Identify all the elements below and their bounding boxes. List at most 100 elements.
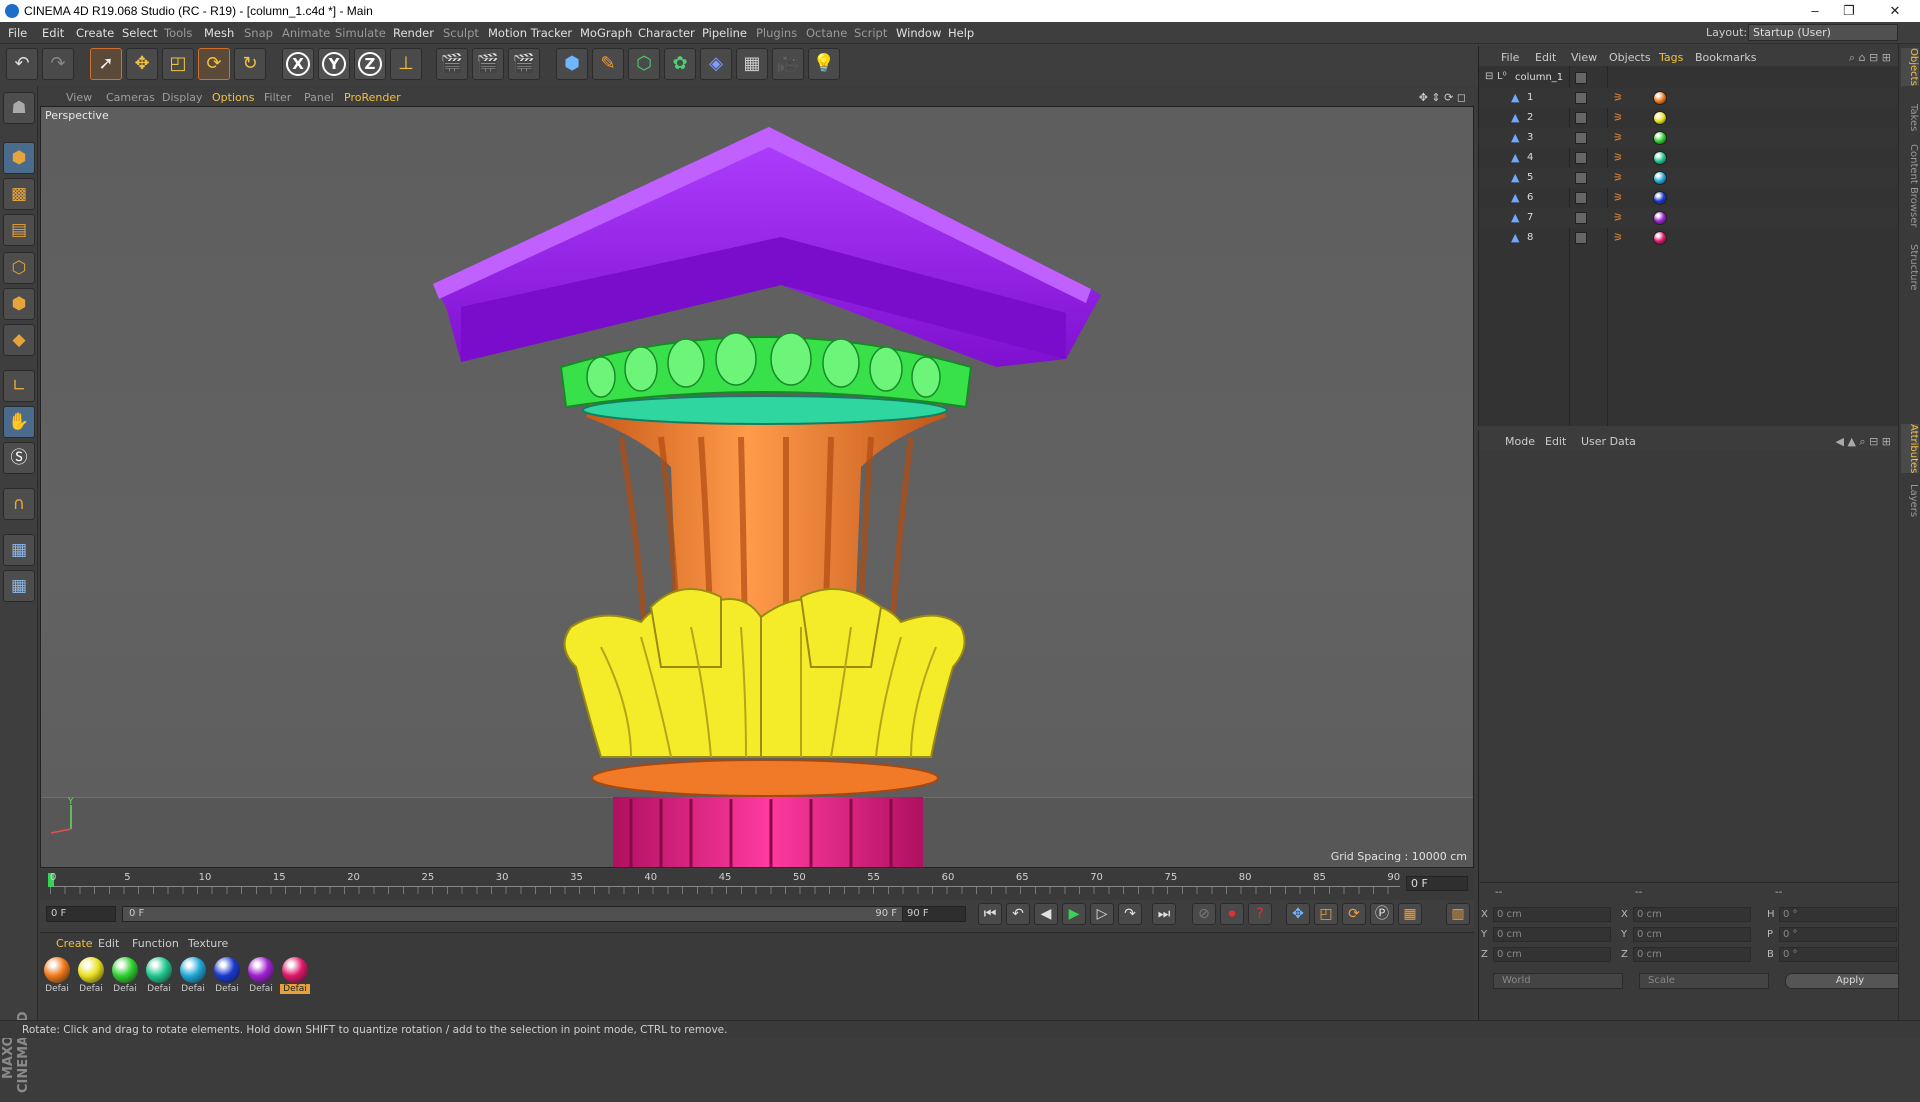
attribute-menu-mode[interactable]: Mode	[1505, 435, 1535, 448]
menu-select[interactable]: Select	[122, 26, 157, 40]
visibility-toggle[interactable]	[1575, 132, 1587, 144]
dock-tab-objects[interactable]: Objects	[1901, 48, 1919, 86]
menu-snap[interactable]: Snap	[244, 26, 273, 40]
viewport-menu-view[interactable]: View	[66, 91, 92, 104]
workplane-mode-button[interactable]: ▤	[3, 214, 35, 246]
object-row[interactable]: ▲ 2 ⚞	[1479, 108, 1899, 128]
object-menu-file[interactable]: File	[1501, 51, 1519, 64]
render-view-button[interactable]: 🎬	[436, 48, 468, 80]
menu-mograph[interactable]: MoGraph	[580, 26, 632, 40]
material-swatch[interactable]: Defai	[42, 957, 72, 1001]
go-to-end-button[interactable]: ⏭	[1152, 903, 1176, 925]
attribute-menu-edit[interactable]: Edit	[1545, 435, 1566, 448]
phong-tag-icon[interactable]: ⚞	[1613, 231, 1623, 244]
make-editable-button[interactable]: ☗	[3, 92, 35, 124]
tweak-mode-button[interactable]: ✋	[3, 406, 35, 438]
start-frame-field[interactable]: 0 F	[46, 906, 116, 922]
undo-button[interactable]: ↶	[6, 48, 38, 80]
enable-axis-button[interactable]: ∟	[3, 370, 35, 402]
material-swatch[interactable]: Defai	[144, 957, 174, 1001]
model-mode-button[interactable]: ⬢	[3, 142, 35, 174]
object-row[interactable]: ▲ 8 ⚞	[1479, 228, 1899, 248]
dock-tab-takes[interactable]: Takes	[1901, 104, 1919, 131]
restore-button[interactable]: ❐	[1834, 1, 1864, 21]
object-menu-tags[interactable]: Tags	[1659, 51, 1683, 64]
visibility-toggle[interactable]	[1575, 232, 1587, 244]
apply-button[interactable]: Apply	[1785, 973, 1915, 989]
dock-tab-structure[interactable]: Structure	[1901, 244, 1919, 291]
viewport-menu-cameras[interactable]: Cameras	[106, 91, 155, 104]
menu-edit[interactable]: Edit	[42, 26, 64, 40]
object-row[interactable]: ▲ 3 ⚞	[1479, 128, 1899, 148]
points-mode-button[interactable]: ⬡	[3, 252, 35, 284]
next-key-button[interactable]: ↷	[1118, 903, 1142, 925]
timeline-ticks[interactable]	[50, 886, 1400, 894]
phong-tag-icon[interactable]: ⚞	[1613, 111, 1623, 124]
current-frame-field[interactable]: 0 F	[1406, 876, 1468, 891]
material-menu-create[interactable]: Create	[56, 937, 93, 950]
material-tag-icon[interactable]	[1653, 131, 1667, 145]
object-manager-search-icons[interactable]: ⌕ ⌂ ⊟ ⊞	[1849, 51, 1891, 65]
viewport-menu-panel[interactable]: Panel	[304, 91, 334, 104]
material-tag-icon[interactable]	[1653, 91, 1667, 105]
object-row[interactable]: ▲ 5 ⚞	[1479, 168, 1899, 188]
scale-tool-button[interactable]: ◰	[162, 48, 194, 80]
minimize-button[interactable]: –	[1800, 1, 1830, 21]
menu-animate[interactable]: Animate	[282, 26, 330, 40]
live-selection-button[interactable]: ➚	[90, 48, 122, 80]
viewport-menu-filter[interactable]: Filter	[264, 91, 291, 104]
z-axis-lock-button[interactable]: Z	[354, 48, 386, 80]
coordinate-value-field[interactable]: 0 cm	[1493, 947, 1611, 962]
cube-object-button[interactable]: ⬢	[556, 48, 588, 80]
menu-plugins[interactable]: Plugins	[756, 26, 797, 40]
coordinate-system-button[interactable]: ⊥	[390, 48, 422, 80]
collapse-icon[interactable]: ⊟	[1485, 71, 1493, 82]
record-button[interactable]: ⏺	[1220, 903, 1244, 925]
menu-create[interactable]: Create	[76, 26, 114, 40]
key-pla-button[interactable]: ▦	[1398, 903, 1422, 925]
layout-dropdown[interactable]: Startup (User)	[1748, 24, 1898, 41]
key-scale-button[interactable]: ◰	[1314, 903, 1338, 925]
material-tag-icon[interactable]	[1653, 171, 1667, 185]
previous-key-button[interactable]: ↶	[1006, 903, 1030, 925]
visibility-toggle[interactable]	[1575, 212, 1587, 224]
frame-range-slider[interactable]: 0 F 90 F	[122, 906, 916, 922]
object-row[interactable]: ▲ 7 ⚞	[1479, 208, 1899, 228]
coordinate-value-field[interactable]: 0 cm	[1633, 907, 1751, 922]
menu-pipeline[interactable]: Pipeline	[702, 26, 747, 40]
camera-object-button[interactable]: 🎥	[772, 48, 804, 80]
floor-object-button[interactable]: ▦	[736, 48, 768, 80]
phong-tag-icon[interactable]: ⚞	[1613, 131, 1623, 144]
viewport-menu-prorender[interactable]: ProRender	[344, 91, 401, 104]
phong-tag-icon[interactable]: ⚞	[1613, 91, 1623, 104]
menu-script[interactable]: Script	[854, 26, 887, 40]
coordinate-value-field[interactable]: 0 °	[1779, 947, 1897, 962]
material-tag-icon[interactable]	[1653, 111, 1667, 125]
help-keyframe-button[interactable]: ?	[1248, 903, 1272, 925]
object-menu-objects[interactable]: Objects	[1609, 51, 1651, 64]
material-swatch[interactable]: Defai	[280, 957, 310, 1001]
attribute-navigation-icons[interactable]: ◀ ▲ ⌕ ⊟ ⊞	[1836, 435, 1892, 449]
previous-frame-button[interactable]: ◀	[1034, 903, 1058, 925]
dock-tab-attributes[interactable]: Attributes	[1901, 424, 1919, 474]
material-swatch[interactable]: Defai	[246, 957, 276, 1001]
autokey-off-button[interactable]: ⊘	[1192, 903, 1216, 925]
close-button[interactable]: ✕	[1880, 1, 1910, 21]
material-swatch[interactable]: Defai	[76, 957, 106, 1001]
render-to-picture-viewer-button[interactable]: 🎬	[472, 48, 504, 80]
phong-tag-icon[interactable]: ⚞	[1613, 211, 1623, 224]
material-swatch[interactable]: Defai	[212, 957, 242, 1001]
object-row[interactable]: ▲ 6 ⚞	[1479, 188, 1899, 208]
end-frame-field[interactable]: 90 F	[902, 906, 966, 922]
cloner-button[interactable]: ✿	[664, 48, 696, 80]
menu-window[interactable]: Window	[896, 26, 941, 40]
render-settings-button[interactable]: 🎬	[508, 48, 540, 80]
y-axis-lock-button[interactable]: Y	[318, 48, 350, 80]
object-menu-edit[interactable]: Edit	[1535, 51, 1556, 64]
menu-help[interactable]: Help	[948, 26, 974, 40]
perspective-viewport[interactable]: Perspective Grid Spacing : 10000 cm Y	[40, 106, 1474, 868]
deformer-button[interactable]: ◈	[700, 48, 732, 80]
redo-button[interactable]: ↷	[42, 48, 74, 80]
subdivision-surface-button[interactable]: ⬡	[628, 48, 660, 80]
material-tag-icon[interactable]	[1653, 191, 1667, 205]
